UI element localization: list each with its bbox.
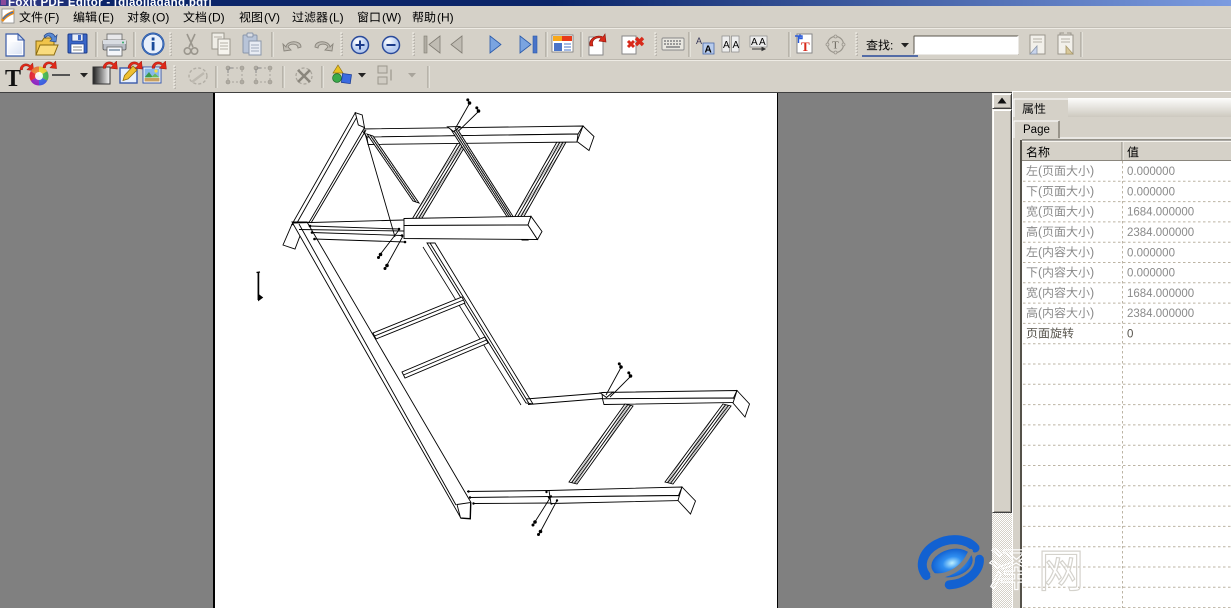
svg-text:): ) [1090,225,1094,239]
svg-text:(W): (W) [382,11,401,25]
svg-text:0.000000: 0.000000 [1127,166,1175,178]
svg-text:A: A [751,37,758,48]
svg-text:): ) [1090,245,1094,259]
svg-text:2384.000000: 2384.000000 [1127,308,1194,320]
svg-text:T: T [801,39,810,54]
svg-text:A: A [696,36,702,46]
svg-text:Page: Page [1023,124,1050,136]
svg-text:0: 0 [1127,329,1133,341]
svg-text:A: A [733,40,740,51]
svg-text:(L): (L) [329,11,344,25]
svg-text:): ) [1090,266,1094,280]
svg-text:T: T [5,66,21,92]
svg-text:0.000000: 0.000000 [1127,186,1175,198]
svg-text:A: A [723,40,730,51]
svg-text:): ) [1090,184,1094,198]
svg-text:0.000000: 0.000000 [1127,247,1175,259]
svg-text:(V): (V) [264,11,280,25]
svg-text:A: A [705,45,712,56]
svg-text:Foxit PDF Editor - [qiaojiad: Foxit PDF Editor - [qiaojiadang.pdf] [8,0,212,9]
svg-text:): ) [1090,164,1094,178]
svg-text:): ) [1090,205,1094,219]
svg-text:0.000000: 0.000000 [1127,268,1175,280]
svg-text:1684.000000: 1684.000000 [1127,288,1194,300]
svg-text:(F): (F) [44,11,59,25]
svg-text:(E): (E) [98,11,114,25]
svg-text:(O): (O) [152,11,169,25]
svg-text:): ) [1090,306,1094,320]
svg-text:T: T [832,40,839,52]
svg-text:(H): (H) [437,11,454,25]
svg-text:A: A [759,37,766,48]
svg-text:2384.000000: 2384.000000 [1127,227,1194,239]
svg-text:1684.000000: 1684.000000 [1127,207,1194,219]
svg-text::: : [890,39,893,53]
svg-text:(D): (D) [208,11,225,25]
svg-text:): ) [1090,286,1094,300]
